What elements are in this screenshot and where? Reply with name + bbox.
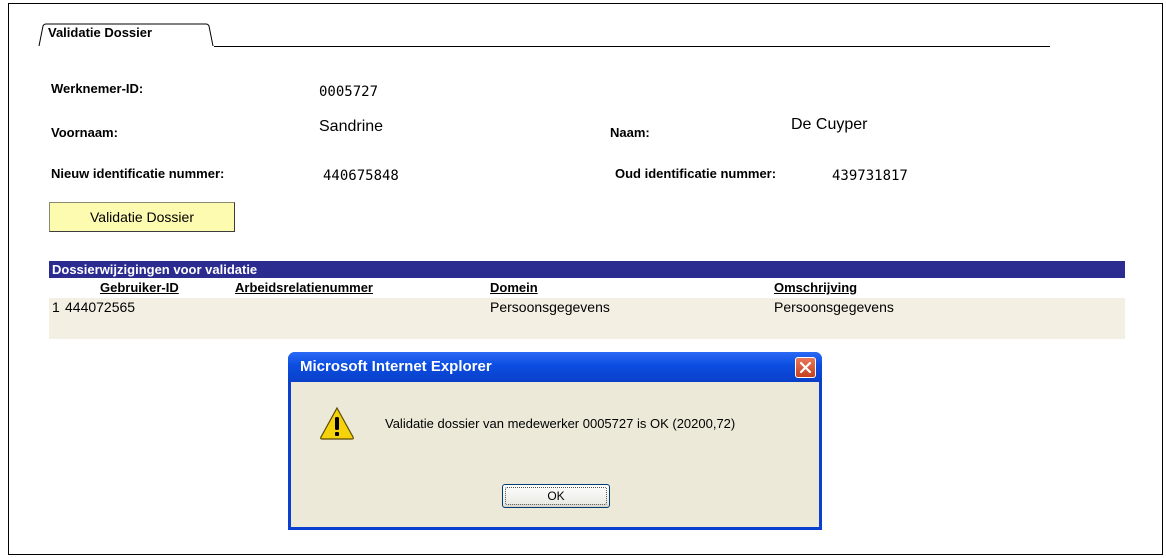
dialog-titlebar[interactable]: Microsoft Internet Explorer	[288, 352, 822, 382]
dialog-title: Microsoft Internet Explorer	[300, 358, 492, 375]
warning-icon	[320, 406, 354, 440]
column-domein[interactable]: Domein	[490, 280, 538, 295]
table-row: 1 444072565 Persoonsgegevens Persoonsgeg…	[49, 298, 1125, 318]
naam-label: Naam:	[610, 125, 650, 140]
row-number: 1	[52, 299, 60, 315]
grid-column-headers: Gebruiker-ID Arbeidsrelatienummer Domein…	[49, 278, 1125, 298]
column-arbeidsrelatienummer[interactable]: Arbeidsrelatienummer	[235, 280, 373, 295]
ok-focus-ring	[505, 487, 607, 505]
alert-dialog: Microsoft Internet Explorer Validatie do…	[288, 352, 822, 530]
tab-underline	[214, 46, 1050, 47]
validatie-dossier-button[interactable]: Validatie Dossier	[49, 202, 235, 232]
cell-domein: Persoonsgegevens	[490, 299, 610, 315]
werknemer-id-label: Werknemer-ID:	[51, 81, 144, 96]
column-gebruiker-id[interactable]: Gebruiker-ID	[100, 280, 179, 295]
dialog-body: Validatie dossier van medewerker 0005727…	[291, 382, 819, 527]
tab-validatie-dossier[interactable]: Validatie Dossier	[38, 23, 216, 47]
ok-button[interactable]: OK	[502, 484, 610, 508]
voornaam-label: Voornaam:	[51, 125, 118, 140]
tab-label: Validatie Dossier	[48, 25, 153, 40]
close-button[interactable]	[795, 357, 816, 378]
oud-id-label: Oud identificatie nummer:	[615, 166, 777, 181]
table-row-empty	[49, 318, 1125, 339]
cell-omschrijving: Persoonsgegevens	[774, 299, 894, 315]
werknemer-id-value: 0005727	[319, 84, 379, 100]
close-icon	[799, 361, 812, 374]
cell-gebruiker-id: 444072565	[65, 299, 136, 315]
column-omschrijving[interactable]: Omschrijving	[774, 280, 857, 295]
oud-id-value: 439731817	[832, 168, 908, 184]
naam-value: De Cuyper	[791, 116, 868, 133]
nieuw-id-label: Nieuw identificatie nummer:	[51, 166, 225, 181]
grid-title: Dossierwijzigingen voor validatie	[49, 261, 1125, 278]
nieuw-id-value: 440675848	[323, 168, 399, 184]
dialog-message: Validatie dossier van medewerker 0005727…	[385, 416, 736, 431]
voornaam-value: Sandrine	[319, 118, 384, 135]
